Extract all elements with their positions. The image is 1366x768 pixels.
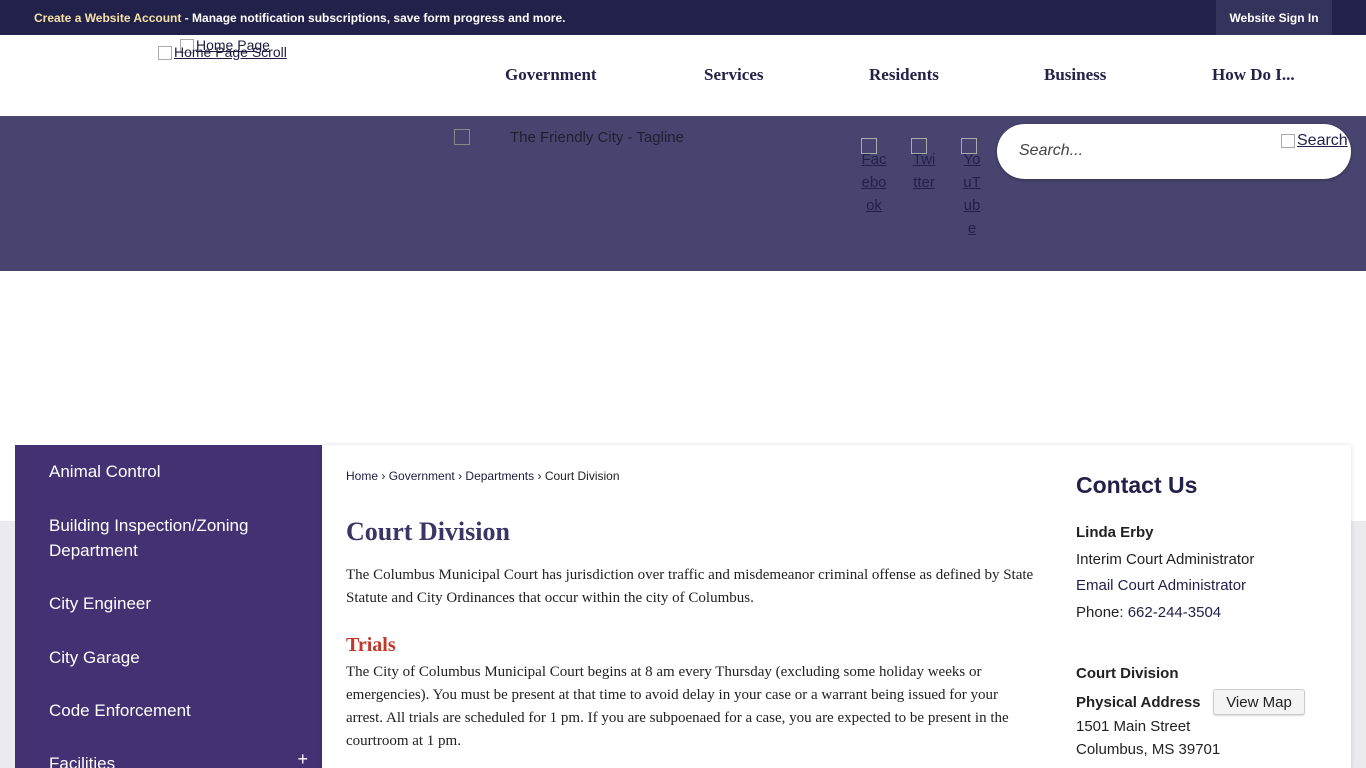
sidebar-nav: Animal Control Building Inspection/Zonin… [15, 445, 322, 768]
department-name: Court Division [1076, 665, 1179, 682]
twitter-link[interactable]: Twitter [911, 138, 937, 194]
banner: The Friendly City - Tagline Facebook Twi… [0, 116, 1366, 271]
facebook-link[interactable]: Facebook [861, 138, 887, 217]
breadcrumb: Home › Government › Departments › Court … [346, 469, 620, 483]
breadcrumb-separator: › [381, 469, 386, 483]
sidebar-item-city-engineer[interactable]: City Engineer [49, 591, 279, 616]
nav-government[interactable]: Government [505, 65, 597, 85]
intro-paragraph: The Columbus Municipal Court has jurisdi… [346, 567, 1034, 606]
facebook-alt-text: Facebook [861, 151, 887, 214]
main-content: Home › Government › Departments › Court … [322, 445, 1351, 768]
breadcrumb-separator: › [537, 469, 542, 483]
contact-role: Interim Court Administrator [1076, 551, 1255, 568]
site-header: Home Page Home Page Scroll Government Se… [0, 35, 1366, 116]
youtube-link[interactable]: YouTube [961, 138, 983, 240]
broken-image-icon [454, 129, 470, 145]
search-button[interactable]: Search [1281, 132, 1348, 150]
breadcrumb-home[interactable]: Home [346, 469, 378, 483]
expand-facilities-button[interactable]: + [297, 749, 308, 768]
tagline-alt-text: The Friendly City - Tagline [510, 129, 684, 146]
search-box: Search [997, 124, 1351, 179]
physical-address-label: Physical Address [1076, 694, 1201, 711]
nav-services[interactable]: Services [704, 65, 763, 85]
breadcrumb-current: Court Division [544, 469, 620, 483]
sidebar-item-building-inspection[interactable]: Building Inspection/Zoning Department [49, 513, 279, 563]
sidebar-item-facilities[interactable]: Facilities [49, 751, 279, 768]
search-button-label: Search [1297, 132, 1348, 149]
city-state-zip: Columbus, MS 39701 [1076, 741, 1221, 758]
top-notification-bar: Create a Website Account - Manage notifi… [0, 0, 1366, 35]
nav-business[interactable]: Business [1044, 65, 1106, 85]
page-title: Court Division [346, 517, 510, 546]
phone-link[interactable]: 662-244-3504 [1128, 604, 1221, 621]
view-map-button[interactable]: View Map [1213, 689, 1305, 715]
home-page-scroll-logo-alt: Home Page Scroll [174, 44, 287, 60]
phone-label: Phone: [1076, 604, 1128, 621]
twitter-alt-text: Twitter [912, 151, 936, 191]
account-description: - Manage notification subscriptions, sav… [181, 11, 566, 25]
breadcrumb-government[interactable]: Government [389, 469, 455, 483]
home-page-scroll-logo-link[interactable]: Home Page Scroll [158, 44, 287, 61]
breadcrumb-departments[interactable]: Departments [465, 469, 534, 483]
nav-how-do-i[interactable]: How Do I... [1212, 65, 1295, 85]
sidebar-item-code-enforcement[interactable]: Code Enforcement [49, 698, 279, 723]
sidebar-item-animal-control[interactable]: Animal Control [49, 459, 279, 484]
breadcrumb-separator: › [458, 469, 463, 483]
street-address: 1501 Main Street [1076, 718, 1191, 735]
trials-heading: Trials [346, 634, 396, 656]
search-icon [1281, 133, 1295, 148]
website-sign-in-button[interactable]: Website Sign In [1216, 0, 1332, 35]
contact-heading: Contact Us [1076, 472, 1198, 498]
contact-name: Linda Erby [1076, 524, 1154, 541]
nav-residents[interactable]: Residents [869, 65, 939, 85]
account-message: Create a Website Account - Manage notifi… [34, 11, 565, 25]
broken-image-icon [158, 46, 172, 61]
trials-paragraph: The City of Columbus Municipal Court beg… [346, 664, 1009, 749]
email-court-administrator-link[interactable]: Email Court Administrator [1076, 577, 1246, 594]
tagline-image: The Friendly City - Tagline [454, 129, 684, 146]
contact-phone: Phone: 662-244-3504 [1076, 604, 1221, 621]
search-input[interactable] [1017, 141, 1261, 161]
create-account-link[interactable]: Create a Website Account [34, 11, 181, 25]
sidebar-item-city-garage[interactable]: City Garage [49, 645, 279, 670]
youtube-alt-text: YouTube [963, 151, 981, 237]
